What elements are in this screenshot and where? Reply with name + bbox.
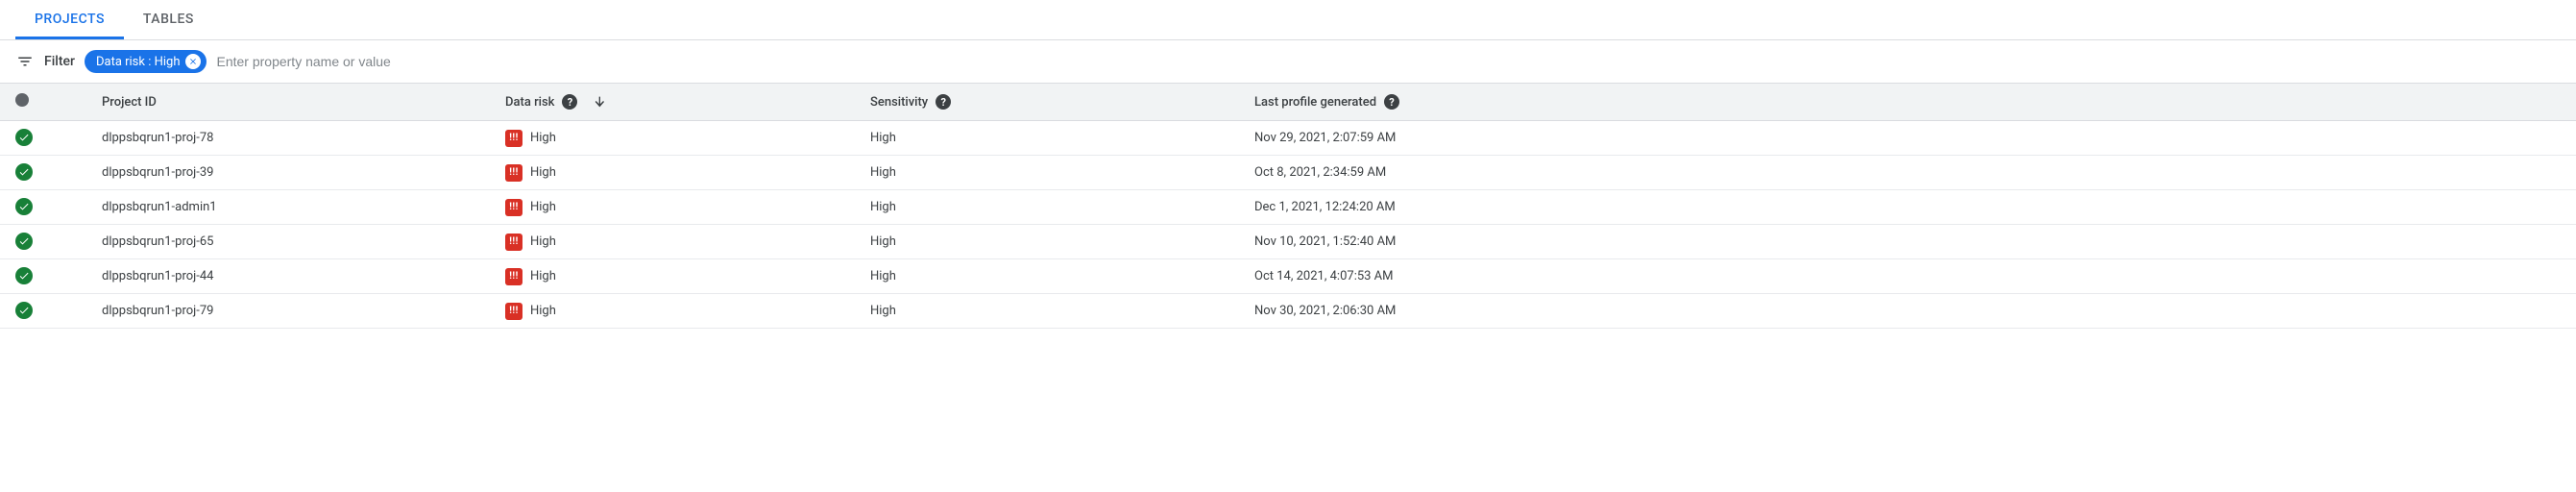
projects-table: Project ID Data risk ? Sensitivity ? [0,84,2576,329]
data-risk-value: High [530,131,556,145]
status-dot-icon [15,93,29,107]
table-row[interactable]: dlppsbqrun1-proj-44 !!! High High Oct 14… [0,259,2576,294]
last-profile-cell: Oct 14, 2021, 4:07:53 AM [1254,269,1394,283]
column-header-last-profile-label: Last profile generated [1254,95,1376,110]
high-risk-icon: !!! [505,199,522,216]
sensitivity-cell: High [870,200,896,214]
data-risk-cell: !!! High [505,164,556,182]
data-risk-value: High [530,165,556,180]
sensitivity-cell: High [870,304,896,318]
status-success-icon [15,233,33,250]
filter-bar: Filter Data risk : High [0,40,2576,84]
project-id-cell: dlppsbqrun1-proj-44 [102,269,213,283]
data-risk-value: High [530,200,556,214]
last-profile-cell: Nov 10, 2021, 1:52:40 AM [1254,234,1396,249]
status-success-icon [15,198,33,215]
data-risk-cell: !!! High [505,303,556,320]
column-header-data-risk-label: Data risk [505,95,554,110]
high-risk-icon: !!! [505,234,522,251]
data-risk-value: High [530,304,556,318]
table-row[interactable]: dlppsbqrun1-admin1 !!! High High Dec 1, … [0,190,2576,225]
table-row[interactable]: dlppsbqrun1-proj-65 !!! High High Nov 10… [0,225,2576,259]
sensitivity-cell: High [870,234,896,249]
last-profile-cell: Oct 8, 2021, 2:34:59 AM [1254,165,1386,180]
sensitivity-cell: High [870,165,896,180]
table-row[interactable]: dlppsbqrun1-proj-78 !!! High High Nov 29… [0,121,2576,156]
table-row[interactable]: dlppsbqrun1-proj-79 !!! High High Nov 30… [0,294,2576,329]
high-risk-icon: !!! [505,303,522,320]
status-success-icon [15,302,33,319]
status-success-icon [15,267,33,284]
filter-input[interactable] [216,54,2561,69]
last-profile-cell: Nov 29, 2021, 2:07:59 AM [1254,131,1396,145]
data-risk-cell: !!! High [505,268,556,285]
data-risk-cell: !!! High [505,234,556,251]
high-risk-icon: !!! [505,268,522,285]
data-risk-value: High [530,269,556,283]
project-id-cell: dlppsbqrun1-proj-39 [102,165,213,180]
sort-descending-icon[interactable] [593,94,608,110]
column-header-project-id-label: Project ID [102,95,157,110]
data-risk-value: High [530,234,556,249]
chip-close-icon[interactable] [185,54,201,69]
filter-chip-data-risk[interactable]: Data risk : High [85,50,207,73]
high-risk-icon: !!! [505,130,522,147]
high-risk-icon: !!! [505,164,522,182]
tab-projects[interactable]: PROJECTS [15,0,124,39]
column-header-project-id[interactable]: Project ID [86,84,490,121]
data-risk-cell: !!! High [505,199,556,216]
help-icon[interactable]: ? [1384,94,1399,110]
sensitivity-cell: High [870,131,896,145]
project-id-cell: dlppsbqrun1-proj-65 [102,234,213,249]
table-header-row: Project ID Data risk ? Sensitivity ? [0,84,2576,121]
status-success-icon [15,129,33,146]
filter-chip-label: Data risk : High [96,55,181,69]
last-profile-cell: Dec 1, 2021, 12:24:20 AM [1254,200,1396,214]
column-header-last-profile[interactable]: Last profile generated ? [1239,84,2576,121]
project-id-cell: dlppsbqrun1-proj-79 [102,304,213,318]
tab-tables[interactable]: TABLES [124,0,213,39]
table-row[interactable]: dlppsbqrun1-proj-39 !!! High High Oct 8,… [0,156,2576,190]
project-id-cell: dlppsbqrun1-proj-78 [102,131,213,145]
sensitivity-cell: High [870,269,896,283]
column-header-status[interactable] [0,84,86,121]
column-header-sensitivity-label: Sensitivity [870,95,928,110]
help-icon[interactable]: ? [562,94,577,110]
filter-icon [15,52,35,71]
project-id-cell: dlppsbqrun1-admin1 [102,200,217,214]
filter-label: Filter [44,54,75,69]
help-icon[interactable]: ? [936,94,951,110]
tab-bar: PROJECTS TABLES [0,0,2576,40]
column-header-sensitivity[interactable]: Sensitivity ? [855,84,1239,121]
column-header-data-risk[interactable]: Data risk ? [490,84,855,121]
data-risk-cell: !!! High [505,130,556,147]
last-profile-cell: Nov 30, 2021, 2:06:30 AM [1254,304,1396,318]
status-success-icon [15,163,33,181]
